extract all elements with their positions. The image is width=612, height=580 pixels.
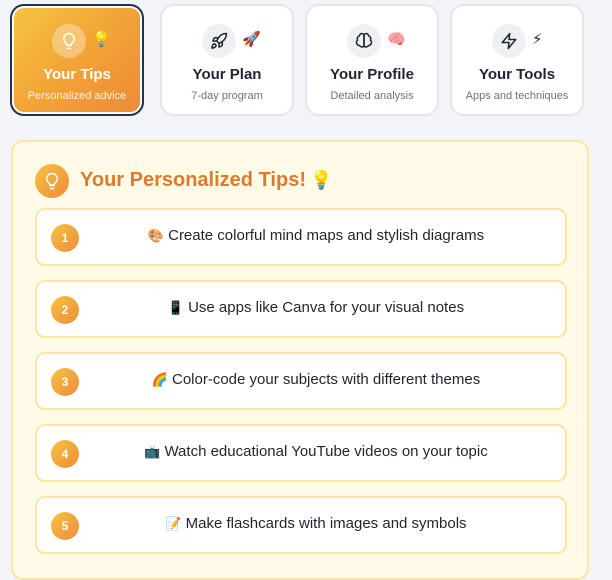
tab-title: Your Tools	[478, 66, 556, 83]
tip-item: 3 🌈 Color-code your subjects with differe…	[35, 352, 567, 410]
tip-label: Make flashcards with images and symbols	[185, 515, 467, 532]
tab-your-tips[interactable]: 💡 Your Tips Personalized advice	[10, 4, 144, 116]
rocket-emoji-icon: 🚀	[242, 30, 261, 48]
tip-text: 🎨 Create colorful mind maps and stylish d…	[87, 227, 545, 244]
tip-number-badge: 1	[51, 224, 79, 252]
tip-label: Color-code your subjects with different …	[171, 371, 481, 388]
lightbulb-icon	[52, 24, 86, 58]
tab-title: Your Tips	[43, 66, 111, 83]
brain-emoji-icon: 🧠	[387, 30, 406, 48]
rocket-icon	[202, 24, 236, 58]
brain-icon	[347, 24, 381, 58]
tip-item: 2 📱 Use apps like Canva for your visual n…	[35, 280, 567, 338]
panel-header: Your Personalized Tips! 💡	[35, 164, 555, 198]
tab-your-plan[interactable]: 🚀 Your Plan 7-day program	[160, 4, 294, 116]
tips-panel: Your Personalized Tips! 💡 1 🎨 Create color…	[11, 140, 589, 580]
tv-emoji-icon: 📺	[144, 445, 161, 460]
memo-emoji-icon: 📝	[165, 517, 182, 532]
lightning-icon	[492, 24, 526, 58]
rainbow-emoji-icon: 🌈	[151, 373, 168, 388]
lightbulb-emoji-icon: 💡	[309, 170, 333, 191]
tip-label: Watch educational YouTube videos on your…	[164, 443, 488, 460]
tab-your-tools[interactable]: ⚡ Your Tools Apps and techniques	[450, 4, 584, 116]
tip-text: 📺 Watch educational YouTube videos on you…	[87, 443, 545, 460]
tab-bar: 💡 Your Tips Personalized advice 🚀 Your P…	[10, 4, 590, 120]
tip-item: 5 📝 Make flashcards with images and symbo…	[35, 496, 567, 554]
tab-subtitle: 7-day program	[191, 90, 263, 102]
lightbulb-icon	[35, 164, 69, 198]
tab-subtitle: Personalized advice	[27, 90, 127, 102]
lightbulb-emoji-icon: 💡	[92, 30, 111, 48]
tip-text: 🌈 Color-code your subjects with different…	[87, 371, 545, 388]
tip-label: Use apps like Canva for your visual note…	[188, 299, 465, 316]
tip-number-badge: 4	[51, 440, 79, 468]
tab-your-profile[interactable]: 🧠 Your Profile Detailed analysis	[305, 4, 439, 116]
tip-number-badge: 5	[51, 512, 79, 540]
tip-label: Create colorful mind maps and stylish di…	[168, 227, 485, 244]
tip-item: 1 🎨 Create colorful mind maps and stylish…	[35, 208, 567, 266]
tab-subtitle: Detailed analysis	[330, 90, 414, 102]
tab-subtitle: Apps and techniques	[465, 90, 569, 102]
tip-text: 📝 Make flashcards with images and symbols	[87, 515, 545, 532]
page-title: Your Personalized Tips! 💡	[80, 169, 332, 192]
panel-title-text: Your Personalized Tips!	[80, 169, 306, 191]
tip-number-badge: 3	[51, 368, 79, 396]
tab-title: Your Plan	[192, 66, 262, 83]
tab-title: Your Profile	[330, 66, 414, 83]
lightning-emoji-icon: ⚡	[532, 30, 543, 48]
palette-emoji-icon: 🎨	[147, 229, 165, 244]
tip-item: 4 📺 Watch educational YouTube videos on y…	[35, 424, 567, 482]
phone-emoji-icon: 📱	[167, 301, 185, 316]
tip-number-badge: 2	[51, 296, 79, 324]
tip-text: 📱 Use apps like Canva for your visual not…	[87, 299, 545, 316]
